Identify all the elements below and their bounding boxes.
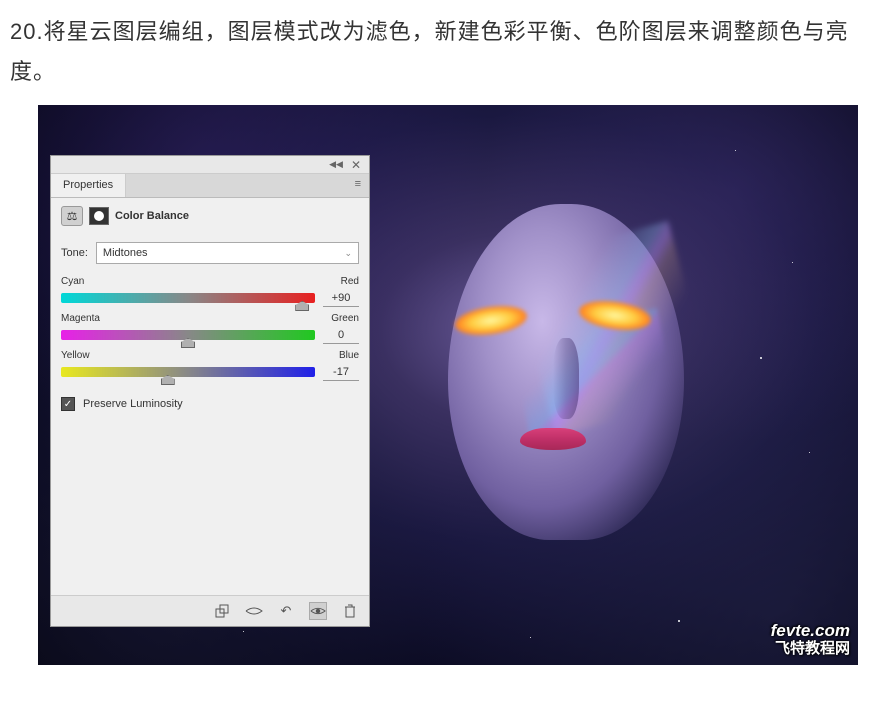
slider-yellow-blue: Yellow Blue -17 <box>51 346 369 383</box>
nose <box>553 338 579 419</box>
lips <box>520 428 586 450</box>
slider-left-label: Cyan <box>61 276 84 287</box>
slider-right-label: Red <box>341 276 359 287</box>
reset-icon[interactable]: ↶ <box>277 602 295 620</box>
chevron-down-icon: ⌄ <box>344 248 352 259</box>
slider-thumb[interactable] <box>181 338 195 348</box>
watermark-sub: 飞特教程网 <box>771 641 850 658</box>
slider-value-yb[interactable]: -17 <box>323 363 359 381</box>
tab-properties[interactable]: Properties <box>51 174 126 197</box>
slider-right-label: Green <box>331 313 359 324</box>
visibility-icon[interactable] <box>309 602 327 620</box>
close-icon[interactable]: ✕ <box>347 158 365 172</box>
slider-thumb[interactable] <box>161 375 175 385</box>
tone-row: Tone: Midtones ⌄ <box>51 234 369 272</box>
preserve-luminosity-checkbox[interactable]: ✓ <box>61 397 75 411</box>
slider-left-label: Magenta <box>61 313 100 324</box>
watermark: fevte.com 飞特教程网 <box>771 622 850 657</box>
face <box>415 150 743 598</box>
slider-right-label: Blue <box>339 350 359 361</box>
preserve-luminosity-label: Preserve Luminosity <box>83 398 183 410</box>
slider-track-cr[interactable] <box>61 293 315 303</box>
delete-icon[interactable] <box>341 602 359 620</box>
color-balance-icon[interactable]: ⚖ <box>61 206 83 226</box>
collapse-icon[interactable]: ◀◀ <box>325 159 347 170</box>
properties-panel: ◀◀ ✕ Properties ≡ ⚖ Color Balance Tone: … <box>50 155 370 627</box>
slider-magenta-green: Magenta Green 0 <box>51 309 369 346</box>
tone-select[interactable]: Midtones ⌄ <box>96 242 359 264</box>
mask-icon[interactable] <box>89 207 109 225</box>
slider-track-mg[interactable] <box>61 330 315 340</box>
panel-menu-icon[interactable]: ≡ <box>347 174 369 197</box>
watermark-main: fevte.com <box>771 622 850 641</box>
slider-left-label: Yellow <box>61 350 90 361</box>
slider-thumb[interactable] <box>295 301 309 311</box>
instruction-text: 20.将星云图层编组，图层模式改为滤色，新建色彩平衡、色阶图层来调整颜色与亮度。 <box>0 0 896 103</box>
adjustment-title: Color Balance <box>115 210 189 222</box>
tone-value: Midtones <box>103 247 148 259</box>
preserve-luminosity-row: ✓ Preserve Luminosity <box>51 383 369 425</box>
tone-label: Tone: <box>61 247 88 259</box>
clip-to-layer-icon[interactable] <box>213 602 231 620</box>
panel-spacer <box>51 425 369 595</box>
tabs-row: Properties ≡ <box>51 174 369 198</box>
adjustment-header: ⚖ Color Balance <box>51 198 369 234</box>
panel-header: ◀◀ ✕ <box>51 156 369 174</box>
slider-value-cr[interactable]: +90 <box>323 289 359 307</box>
slider-value-mg[interactable]: 0 <box>323 326 359 344</box>
view-previous-icon[interactable] <box>245 602 263 620</box>
panel-footer: ↶ <box>51 595 369 626</box>
slider-cyan-red: Cyan Red +90 <box>51 272 369 309</box>
slider-track-yb[interactable] <box>61 367 315 377</box>
